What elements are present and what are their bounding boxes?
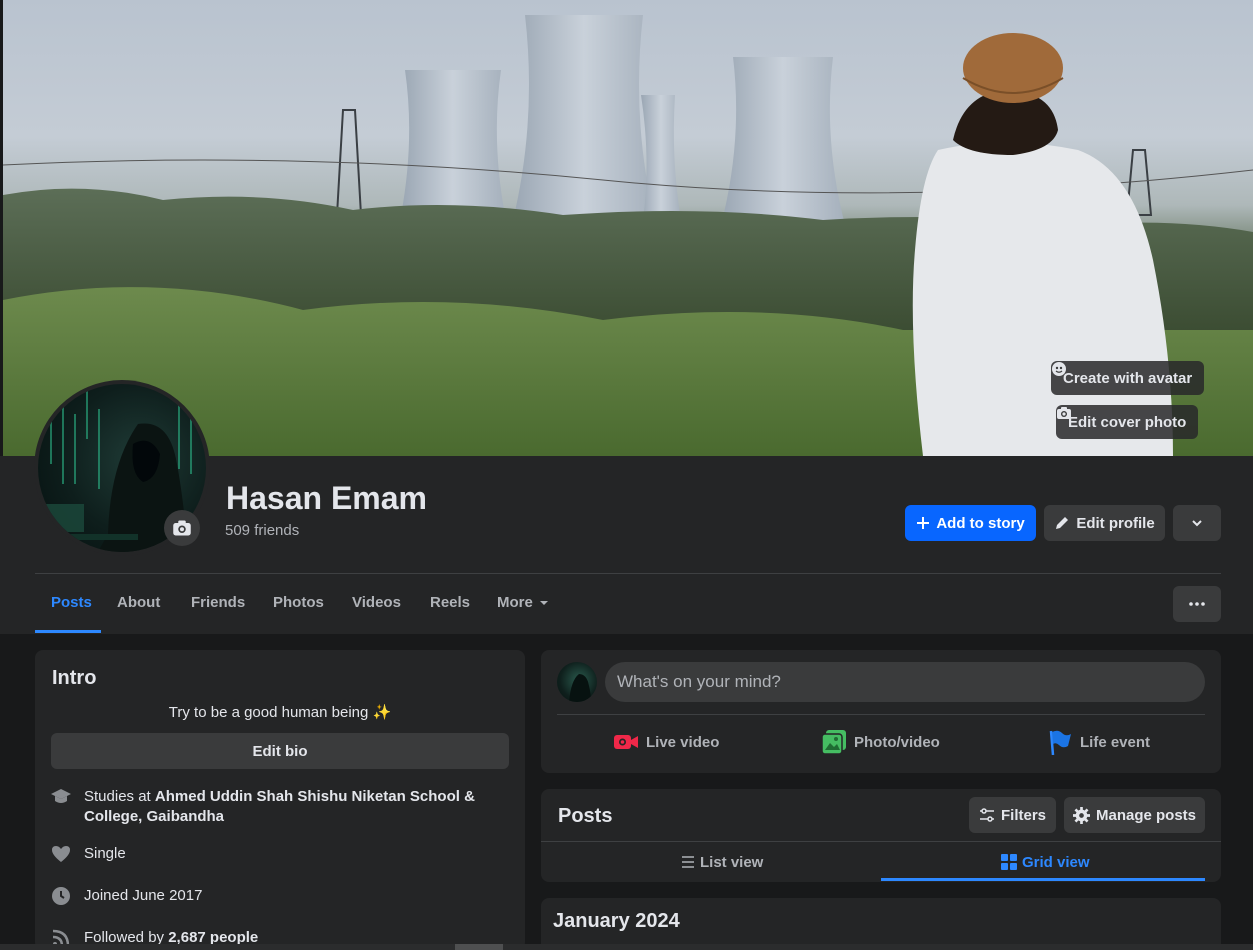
studies-prefix: Studies at — [84, 788, 155, 805]
create-with-avatar-label: Create with avatar — [1063, 369, 1193, 387]
horizontal-scrollbar-thumb[interactable] — [455, 944, 503, 950]
profile-name: Hasan Emam — [226, 480, 427, 516]
bio-text: Try to be a good human being ✨ — [168, 704, 392, 721]
add-to-story-button[interactable]: Add to story — [905, 505, 1036, 541]
live-video-label: Live video — [646, 733, 720, 751]
avatar-icon — [1052, 362, 1066, 376]
composer-divider — [557, 714, 1205, 715]
live-video-button[interactable]: Live video — [614, 728, 719, 756]
tab-reels[interactable]: Reels — [430, 594, 470, 611]
edit-profile-button[interactable]: Edit profile — [1044, 505, 1165, 541]
joined-text: Joined June 2017 — [84, 887, 203, 904]
friends-count[interactable]: 509 friends — [225, 522, 299, 539]
graduation-cap-icon — [51, 789, 71, 803]
tab-more-label: More — [497, 594, 533, 611]
filters-icon — [979, 808, 994, 822]
grid-icon — [1001, 854, 1017, 870]
edit-cover-photo-label: Edit cover photo — [1068, 413, 1187, 431]
filters-label: Filters — [1000, 806, 1046, 824]
filters-button[interactable]: Filters — [969, 797, 1056, 833]
live-video-icon — [614, 735, 638, 749]
list-view-label: List view — [700, 853, 764, 871]
intro-title: Intro — [52, 667, 97, 689]
edit-profile-label: Edit profile — [1076, 514, 1155, 532]
grid-view-tab[interactable]: Grid view — [1001, 851, 1090, 873]
ellipsis-icon — [1189, 602, 1205, 606]
studies-row: Studies at Ahmed Uddin Shah Shishu Niket… — [50, 787, 490, 827]
pencil-icon — [1056, 517, 1069, 529]
cover-photo[interactable]: Create with avatar Edit cover photo — [3, 0, 1253, 456]
list-view-tab[interactable]: List view — [681, 851, 763, 873]
tab-more[interactable]: More — [497, 594, 549, 611]
posts-title: Posts — [558, 805, 613, 827]
user-thumbnail — [569, 674, 591, 702]
flag-icon — [1049, 730, 1071, 755]
edit-bio-button[interactable]: Edit bio — [51, 733, 509, 769]
studies-text: Studies at Ahmed Uddin Shah Shishu Niket… — [84, 787, 490, 827]
horizontal-scrollbar-track[interactable] — [0, 944, 1253, 950]
update-profile-picture-button[interactable] — [164, 510, 200, 546]
chevron-down-icon — [1192, 520, 1202, 527]
tab-friends[interactable]: Friends — [191, 594, 245, 611]
header-divider — [35, 573, 1221, 574]
manage-posts-label: Manage posts — [1095, 806, 1197, 824]
more-options-button[interactable] — [1173, 586, 1221, 622]
profile-page: Create with avatar Edit cover photo Hasa… — [0, 0, 1253, 950]
create-with-avatar-button[interactable]: Create with avatar — [1051, 361, 1205, 395]
life-event-label: Life event — [1080, 733, 1151, 751]
heart-icon — [52, 846, 70, 862]
photo-video-button[interactable]: Photo/video — [822, 728, 940, 756]
edit-cover-photo-button[interactable]: Edit cover photo — [1056, 405, 1199, 439]
relationship-text: Single — [84, 845, 126, 862]
tab-videos[interactable]: Videos — [352, 594, 401, 611]
active-view-indicator — [881, 878, 1205, 881]
tab-photos[interactable]: Photos — [273, 594, 324, 611]
list-icon — [682, 856, 694, 868]
profile-options-dropdown[interactable] — [1173, 505, 1221, 541]
add-to-story-label: Add to story — [936, 514, 1025, 532]
grid-view-label: Grid view — [1022, 853, 1090, 871]
posts-divider — [541, 841, 1221, 842]
whats-on-your-mind-input[interactable]: What's on your mind? — [605, 662, 1205, 702]
relationship-row: Single — [50, 844, 126, 865]
manage-posts-button[interactable]: Manage posts — [1064, 797, 1205, 833]
photo-icon — [822, 730, 846, 754]
composer-avatar[interactable] — [557, 662, 597, 702]
photo-video-label: Photo/video — [854, 733, 940, 751]
camera-icon — [173, 520, 191, 536]
gear-icon — [1072, 806, 1090, 824]
tab-about[interactable]: About — [117, 594, 160, 611]
plus-icon — [917, 517, 930, 529]
camera-icon — [1057, 407, 1071, 419]
month-heading: January 2024 — [553, 910, 680, 932]
joined-row: Joined June 2017 — [50, 886, 202, 907]
tab-posts[interactable]: Posts — [51, 594, 92, 611]
active-tab-indicator — [35, 630, 101, 633]
life-event-button[interactable]: Life event — [1048, 728, 1150, 756]
caret-down-icon — [539, 600, 548, 605]
clock-icon — [52, 887, 70, 905]
